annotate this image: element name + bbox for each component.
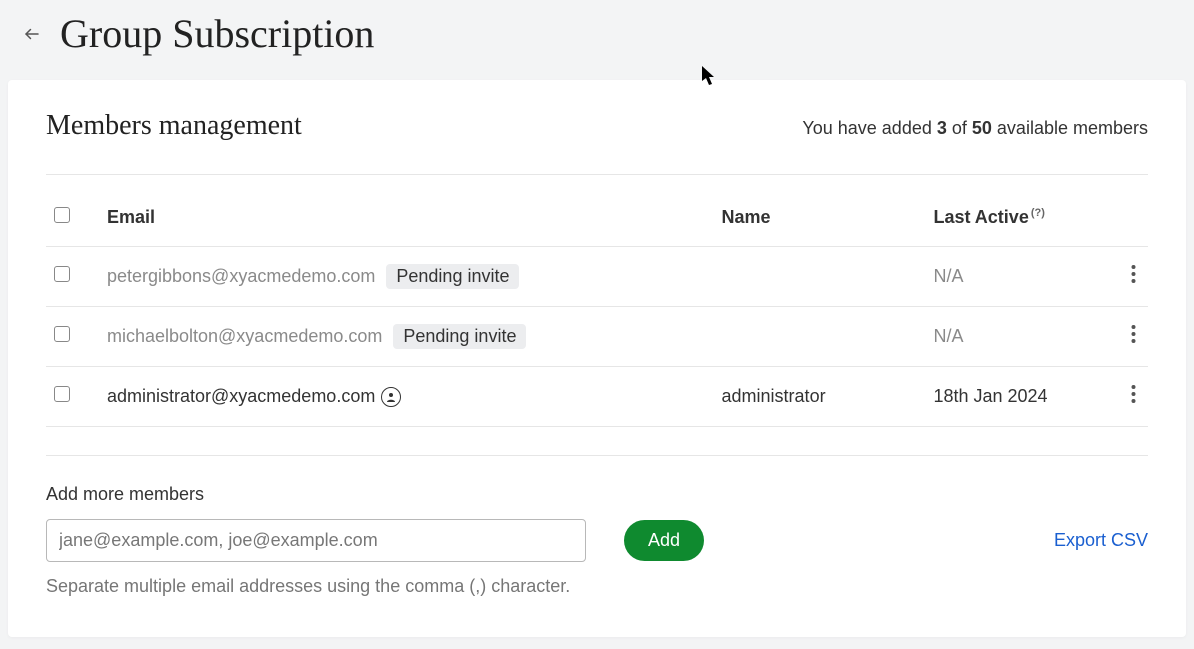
row-name (714, 307, 926, 367)
row-last-active: N/A (925, 247, 1105, 307)
row-menu-button[interactable] (1127, 261, 1140, 292)
header-last-active: Last Active(?) (925, 195, 1105, 247)
row-checkbox[interactable] (54, 386, 70, 402)
help-icon[interactable]: (?) (1031, 207, 1045, 219)
member-count-text: You have added 3 of 50 available members (802, 118, 1148, 139)
row-email: administrator@xyacmedemo.com (107, 386, 375, 406)
section-title: Members management (46, 110, 302, 142)
select-all-checkbox[interactable] (54, 207, 70, 223)
header-actions (1106, 195, 1148, 247)
owner-icon (381, 387, 401, 407)
row-checkbox[interactable] (54, 326, 70, 342)
export-csv-link[interactable]: Export CSV (1054, 530, 1148, 551)
row-name (714, 247, 926, 307)
back-arrow-button[interactable] (20, 22, 44, 46)
added-count: 3 (937, 118, 947, 138)
row-email: petergibbons@xyacmedemo.com (107, 266, 375, 286)
row-checkbox[interactable] (54, 266, 70, 282)
row-last-active: 18th Jan 2024 (925, 367, 1105, 427)
row-menu-button[interactable] (1127, 381, 1140, 412)
header-checkbox-cell (46, 195, 99, 247)
add-button[interactable]: Add (624, 520, 704, 561)
table-row: administrator@xyacmedemo.com administrato… (46, 367, 1148, 427)
add-members-section: Add more members Add Export CSV Separate… (46, 484, 1148, 597)
total-count: 50 (972, 118, 992, 138)
add-hint-text: Separate multiple email addresses using … (46, 576, 1148, 597)
row-name: administrator (714, 367, 926, 427)
table-row: michaelbolton@xyacmedemo.com Pending inv… (46, 307, 1148, 367)
header-bar: Group Subscription (0, 0, 1194, 75)
row-menu-button[interactable] (1127, 321, 1140, 352)
members-card: Members management You have added 3 of 5… (8, 80, 1186, 637)
pending-invite-badge: Pending invite (393, 324, 526, 349)
members-table: Email Name Last Active(?) petergibbons@x… (46, 195, 1148, 427)
row-email: michaelbolton@xyacmedemo.com (107, 326, 382, 346)
header-name: Name (714, 195, 926, 247)
add-members-label: Add more members (46, 484, 1148, 505)
section-header: Members management You have added 3 of 5… (46, 110, 1148, 175)
add-members-row: Add Export CSV (46, 519, 1148, 562)
row-last-active: N/A (925, 307, 1105, 367)
page-title: Group Subscription (60, 10, 374, 57)
arrow-left-icon (23, 25, 41, 43)
add-emails-input[interactable] (46, 519, 586, 562)
table-bottom-divider (46, 455, 1148, 456)
pending-invite-badge: Pending invite (386, 264, 519, 289)
header-email: Email (99, 195, 714, 247)
table-row: petergibbons@xyacmedemo.com Pending invi… (46, 247, 1148, 307)
